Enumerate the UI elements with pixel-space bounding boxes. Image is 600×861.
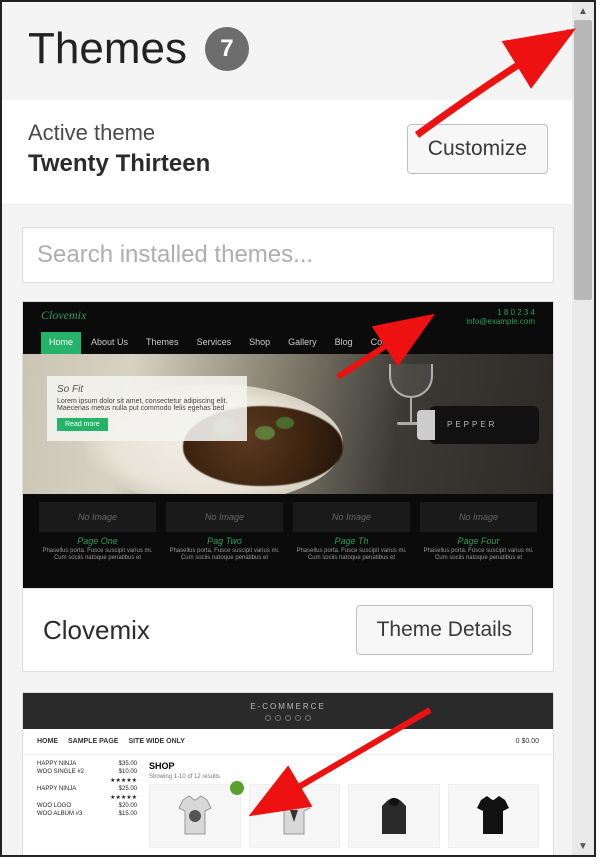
scrollbar-down-arrow-icon[interactable]: ▼ (572, 837, 594, 855)
preview-nav-item: Gallery (280, 332, 325, 354)
preview-nav-item: Themes (138, 332, 187, 354)
preview-sidebar: HAPPY NINJA$35.00 WOO SINGLE #2$10.00 ★★… (37, 761, 137, 848)
preview-nav-item: Services (189, 332, 240, 354)
preview-phone: 1 8 0 2 3 4info@example.com (466, 308, 535, 326)
customize-button[interactable]: Customize (407, 124, 548, 174)
scrollbar-up-arrow-icon[interactable]: ▲ (572, 2, 594, 20)
preview-thumb: No Image Pag Two Phasellus porta. Fusce … (166, 502, 283, 582)
theme-count-badge: 7 (205, 27, 249, 71)
theme-details-button[interactable]: Theme Details (356, 605, 533, 655)
active-theme-panel: Active theme Twenty Thirteen Customize (2, 100, 574, 205)
preview-nav-item: About Us (83, 332, 136, 354)
preview-brandbar: E-COMMERCE (23, 693, 553, 729)
preview-cart: 0 $0.00 (516, 738, 539, 745)
preview-main: SHOP Showing 1-10 of 12 results (149, 761, 539, 848)
preview-nav-item: Blog (327, 332, 361, 354)
preview-caption: So Fit Lorem ipsum dolor sit amet, conse… (47, 376, 247, 441)
preview-thumb: No Image Page Th Phasellus porta. Fusce … (293, 502, 410, 582)
theme-card-footer: Clovemix Theme Details (23, 588, 553, 671)
search-input[interactable] (22, 227, 554, 283)
preview-product (249, 784, 341, 848)
search-wrapper (2, 205, 574, 301)
page-header: Themes 7 (2, 2, 574, 100)
preview-nav-item: Home (41, 332, 81, 354)
preview-thumb: No Image Page One Phasellus porta. Fusce… (39, 502, 156, 582)
preview-logo: Clovemix (41, 308, 86, 326)
page-title: Themes (28, 24, 187, 74)
preview-product (348, 784, 440, 848)
preview-caption-button: Read more (57, 418, 108, 431)
preview-product (448, 784, 540, 848)
active-theme-label: Active theme (28, 120, 210, 146)
theme-card-ecommerce[interactable]: E-COMMERCE HOME SAMPLE PAGE SITE WIDE ON… (22, 692, 554, 855)
preview-thumb: No Image Page Four Phasellus porta. Fusc… (420, 502, 537, 582)
vertical-scrollbar[interactable]: ▲ ▼ (572, 2, 594, 855)
preview-product (149, 784, 241, 848)
content-scroll-area: Themes 7 Active theme Twenty Thirteen Cu… (2, 2, 574, 855)
scrollbar-thumb[interactable] (574, 20, 592, 300)
theme-preview: Clovemix 1 8 0 2 3 4info@example.com Hom… (23, 302, 553, 588)
active-theme-name: Twenty Thirteen (28, 150, 210, 178)
preview-nav: HOME SAMPLE PAGE SITE WIDE ONLY 0 $0.00 (23, 729, 553, 755)
window-frame: Themes 7 Active theme Twenty Thirteen Cu… (0, 0, 596, 857)
preview-nav-item: Shop (241, 332, 278, 354)
preview-nav-item: Contact (363, 332, 410, 354)
preview-thumbs: No Image Page One Phasellus porta. Fusce… (23, 494, 553, 588)
preview-nav: Home About Us Themes Services Shop Galle… (23, 332, 553, 354)
theme-name: Clovemix (43, 615, 150, 646)
theme-card-clovemix[interactable]: Clovemix 1 8 0 2 3 4info@example.com Hom… (22, 301, 554, 672)
preview-hero: So Fit Lorem ipsum dolor sit amet, conse… (23, 354, 553, 494)
